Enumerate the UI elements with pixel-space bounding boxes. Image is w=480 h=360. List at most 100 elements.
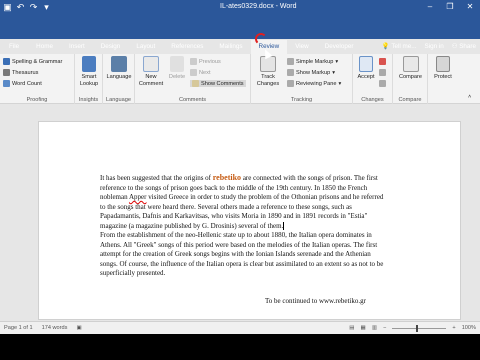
reviewing-pane-button[interactable]: Reviewing Pane ▾	[287, 80, 341, 87]
undo-icon[interactable]: ↶	[15, 2, 26, 13]
print-layout-icon[interactable]: ▦	[361, 325, 366, 331]
reviewing-pane-icon	[287, 80, 294, 87]
markup-dropdown[interactable]: Simple Markup ▾	[287, 58, 338, 65]
word-count-label: Word Count	[12, 80, 42, 87]
letterbox-bar	[0, 334, 480, 360]
annotation-mark	[255, 33, 267, 45]
tab-insert[interactable]: Insert	[61, 40, 93, 54]
word-count-button[interactable]: Word Count	[3, 80, 42, 87]
proofing-status-icon[interactable]: ▣	[76, 325, 81, 331]
smart-lookup-label-2: Lookup	[79, 80, 99, 87]
page-count[interactable]: Page 1 of 1	[4, 325, 33, 331]
next-change-button[interactable]	[379, 80, 386, 87]
comments-group: New Comment Delete Previous Next Show Co…	[135, 54, 251, 104]
save-icon[interactable]: ▣	[2, 2, 13, 13]
paragraph-2: From the establishment of the neo-Hellen…	[100, 231, 384, 277]
zoom-level[interactable]: 100%	[462, 325, 476, 331]
thesaurus-button[interactable]: Thesaurus	[3, 69, 38, 76]
window-title: IL-ates0329.docx - Word	[220, 3, 297, 10]
language-button[interactable]: Language	[105, 56, 133, 81]
text-cursor	[283, 221, 285, 230]
tab-design[interactable]: Design	[93, 40, 129, 54]
delete-label: Delete	[168, 74, 186, 80]
show-comments-icon	[192, 80, 199, 87]
p1-text-a: It has been suggested that the origins o…	[100, 174, 213, 182]
new-comment-button[interactable]: New Comment	[137, 56, 165, 87]
tab-view[interactable]: View	[287, 40, 317, 54]
close-button[interactable]: ✕	[460, 0, 480, 14]
web-layout-icon[interactable]: ▥	[372, 325, 377, 331]
tab-layout[interactable]: Layout	[128, 40, 163, 54]
reject-icon	[379, 58, 386, 65]
redo-icon[interactable]: ↷	[28, 2, 39, 13]
proofing-group: Spelling & Grammar Thesaurus Word Count …	[0, 54, 75, 104]
compare-group-label: Compare	[398, 97, 422, 103]
tell-me-label: Tell me...	[391, 43, 417, 50]
show-comments-button[interactable]: Show Comments	[190, 80, 246, 87]
word-count-icon	[3, 80, 10, 87]
zoom-slider[interactable]	[392, 324, 447, 332]
tell-me-box[interactable]: 💡 Tell me...	[382, 40, 417, 54]
show-markup-label: Show Markup	[296, 69, 331, 76]
previous-change-button[interactable]	[379, 69, 386, 76]
markup-icon	[287, 58, 294, 65]
zoom-in-button[interactable]: +	[452, 325, 455, 331]
show-comments-label: Show Comments	[201, 80, 244, 87]
protect-group: Protect	[428, 54, 458, 104]
word-count[interactable]: 174 words	[42, 325, 68, 331]
accept-label: Accept	[357, 74, 375, 80]
tab-home[interactable]: Home	[28, 40, 61, 54]
read-mode-icon[interactable]: ▤	[349, 325, 354, 331]
compare-button[interactable]: Compare	[396, 56, 425, 81]
collapse-ribbon-button[interactable]: ˄	[468, 94, 471, 100]
compare-label: Compare	[398, 74, 422, 80]
tab-mailings[interactable]: Mailings	[211, 40, 250, 54]
customize-qat-icon[interactable]: ▾	[41, 2, 52, 13]
closing-line: To be continued to www.rebetiko.gr	[265, 297, 366, 305]
spelling-icon	[3, 58, 10, 65]
zoom-slider-thumb[interactable]	[416, 324, 419, 332]
title-bar: ▣ ↶ ↷ ▾ IL-ates0329.docx - Word – ❐ ✕	[0, 0, 480, 39]
next-comment-button[interactable]: Next	[190, 69, 211, 76]
zoom-out-button[interactable]: −	[383, 325, 386, 331]
accept-icon	[359, 56, 373, 72]
share-button[interactable]: ⚇ Share	[452, 40, 476, 54]
track-changes-button[interactable]: Track Changes	[253, 56, 283, 87]
new-comment-label-2: Comment	[138, 80, 164, 87]
tab-developer[interactable]: Developer	[317, 40, 362, 54]
language-icon	[111, 56, 127, 72]
changes-group-label: Changes	[361, 97, 384, 103]
track-changes-icon	[260, 56, 276, 72]
restore-button[interactable]: ❐	[440, 0, 460, 14]
quick-access-toolbar: ▣ ↶ ↷ ▾	[2, 2, 52, 13]
misspelled-word: Apper	[128, 193, 147, 201]
window-controls: – ❐ ✕	[420, 0, 480, 14]
track-changes-label-2: Changes	[256, 80, 280, 87]
protect-button[interactable]: Protect	[430, 56, 456, 81]
changes-group: Accept Changes	[353, 54, 393, 104]
highlighted-word: rebetiko	[212, 173, 242, 182]
delete-comment-button[interactable]: Delete	[166, 56, 188, 81]
status-left: Page 1 of 1 174 words ▣	[4, 325, 82, 331]
smart-lookup-button[interactable]: Smart Lookup	[78, 56, 100, 87]
insights-group: Smart Lookup Insights	[75, 54, 103, 104]
reject-button[interactable]	[379, 58, 386, 65]
document-page[interactable]: It has been suggested that the origins o…	[38, 121, 461, 320]
chevron-down-icon: ▾	[338, 80, 342, 87]
next-icon	[190, 69, 197, 76]
status-bar: Page 1 of 1 174 words ▣ ▤ ▦ ▥ − + 100%	[0, 321, 480, 334]
chevron-down-icon: ▾	[335, 58, 339, 65]
spelling-label: Spelling & Grammar	[12, 58, 63, 65]
spelling-grammar-button[interactable]: Spelling & Grammar	[3, 58, 62, 65]
previous-comment-button[interactable]: Previous	[190, 58, 221, 65]
tab-file[interactable]: File	[0, 40, 28, 54]
sign-in-link[interactable]: Sign in	[425, 40, 444, 54]
show-markup-button[interactable]: Show Markup ▾	[287, 69, 335, 76]
accept-button[interactable]: Accept	[355, 56, 377, 81]
minimize-button[interactable]: –	[420, 0, 440, 14]
thesaurus-icon	[3, 69, 10, 76]
document-body[interactable]: It has been suggested that the origins o…	[100, 173, 390, 279]
next-label: Next	[199, 69, 211, 76]
tab-references[interactable]: References	[163, 40, 211, 54]
show-markup-icon	[287, 69, 294, 76]
